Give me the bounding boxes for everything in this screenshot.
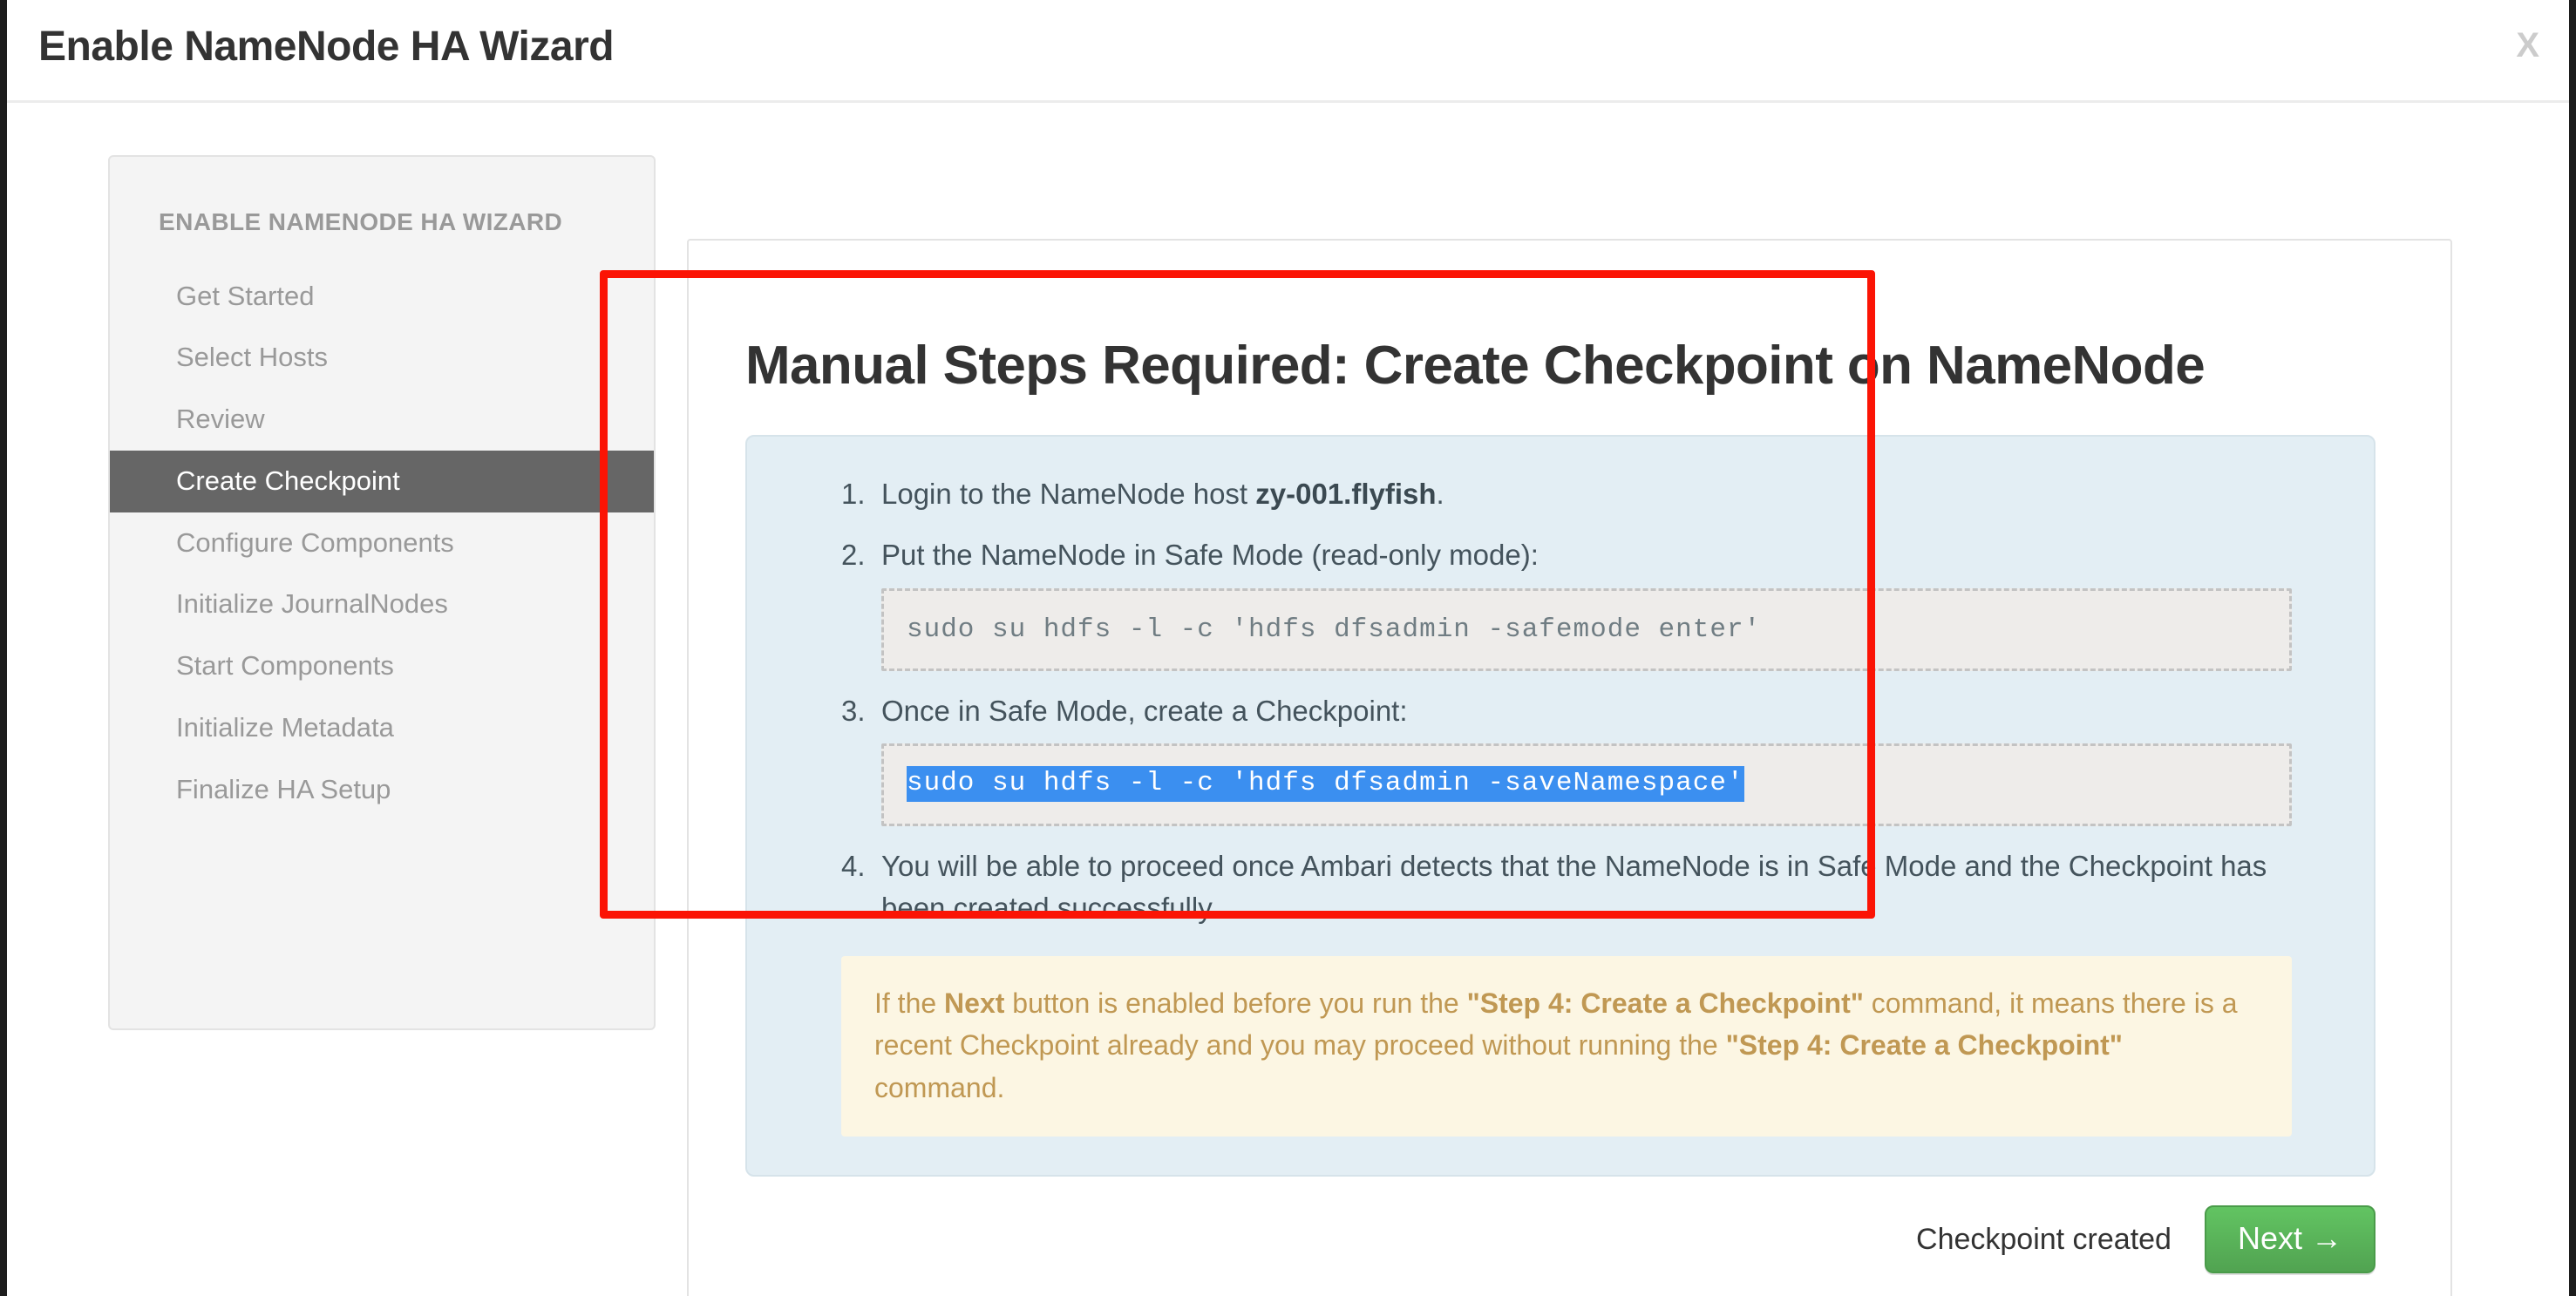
note-bold-step4-b: "Step 4: Create a Checkpoint" [1725, 1029, 2123, 1062]
content-heading: Manual Steps Required: Create Checkpoint… [745, 335, 2206, 396]
sidebar-item-finalize-ha-setup[interactable]: Finalize HA Setup [110, 759, 654, 821]
content-panel: Manual Steps Required: Create Checkpoint… [687, 239, 2452, 1296]
sidebar-item-get-started[interactable]: Get Started [110, 266, 654, 328]
note-part-2: button is enabled before you run the [1004, 987, 1467, 1019]
sidebar-item-initialize-journalnodes[interactable]: Initialize JournalNodes [110, 573, 654, 635]
safemode-command-text: sudo su hdfs -l -c 'hdfs dfsadmin -safem… [907, 614, 1762, 645]
manual-steps-info-box: Login to the NameNode host zy-001.flyfis… [745, 435, 2375, 1177]
step-1-text-before: Login to the NameNode host [881, 478, 1256, 511]
step-item-2: Put the NameNode in Safe Mode (read-only… [841, 534, 2292, 671]
checkpoint-note-box: If the Next button is enabled before you… [841, 955, 2292, 1137]
sidebar-item-create-checkpoint[interactable]: Create Checkpoint [110, 450, 654, 512]
sidebar-item-initialize-metadata[interactable]: Initialize Metadata [110, 697, 654, 759]
step-item-1: Login to the NameNode host zy-001.flyfis… [841, 473, 2292, 515]
step-1-text-after: . [1436, 478, 1444, 511]
wizard-sidebar: ENABLE NAMENODE HA WIZARD Get Started Se… [108, 155, 656, 1030]
modal-body: ENABLE NAMENODE HA WIZARD Get Started Se… [7, 103, 2569, 1296]
step-1-host: zy-001.flyfish [1255, 478, 1437, 511]
sidebar-item-configure-components[interactable]: Configure Components [110, 512, 654, 574]
note-part-4: command. [874, 1071, 1005, 1103]
sidebar-item-review[interactable]: Review [110, 389, 654, 451]
step-4-text: You will be able to proceed once Ambari … [881, 850, 2267, 925]
panel-footer: Checkpoint created Next → [689, 1178, 2450, 1296]
steps-list: Login to the NameNode host zy-001.flyfis… [747, 473, 2374, 929]
savenamespace-command-box[interactable]: sudo su hdfs -l -c 'hdfs dfsadmin -saveN… [881, 743, 2292, 827]
note-bold-next: Next [944, 987, 1005, 1019]
wizard-modal: Enable NameNode HA Wizard X ENABLE NAMEN… [0, 0, 2576, 1296]
savenamespace-command-text-selected: sudo su hdfs -l -c 'hdfs dfsadmin -saveN… [907, 765, 1744, 802]
step-item-3: Once in Safe Mode, create a Checkpoint: … [841, 690, 2292, 827]
note-part-1: If the [874, 987, 945, 1019]
status-badge: Checkpoint created [1916, 1222, 2172, 1256]
step-3-text: Once in Safe Mode, create a Checkpoint: [881, 694, 1408, 727]
sidebar-item-start-components[interactable]: Start Components [110, 635, 654, 697]
safemode-command-box[interactable]: sudo su hdfs -l -c 'hdfs dfsadmin -safem… [881, 587, 2292, 671]
step-2-text: Put the NameNode in Safe Mode (read-only… [881, 539, 1539, 572]
modal-header: Enable NameNode HA Wizard X [7, 0, 2569, 103]
next-button[interactable]: Next → [2204, 1205, 2375, 1273]
note-bold-step4-a: "Step 4: Create a Checkpoint" [1466, 987, 1864, 1019]
step-item-4: You will be able to proceed once Ambari … [841, 845, 2292, 929]
page-title: Enable NameNode HA Wizard [38, 24, 615, 70]
close-icon[interactable]: X [2516, 28, 2539, 63]
sidebar-item-select-hosts[interactable]: Select Hosts [110, 327, 654, 389]
sidebar-heading: ENABLE NAMENODE HA WIZARD [159, 208, 563, 235]
